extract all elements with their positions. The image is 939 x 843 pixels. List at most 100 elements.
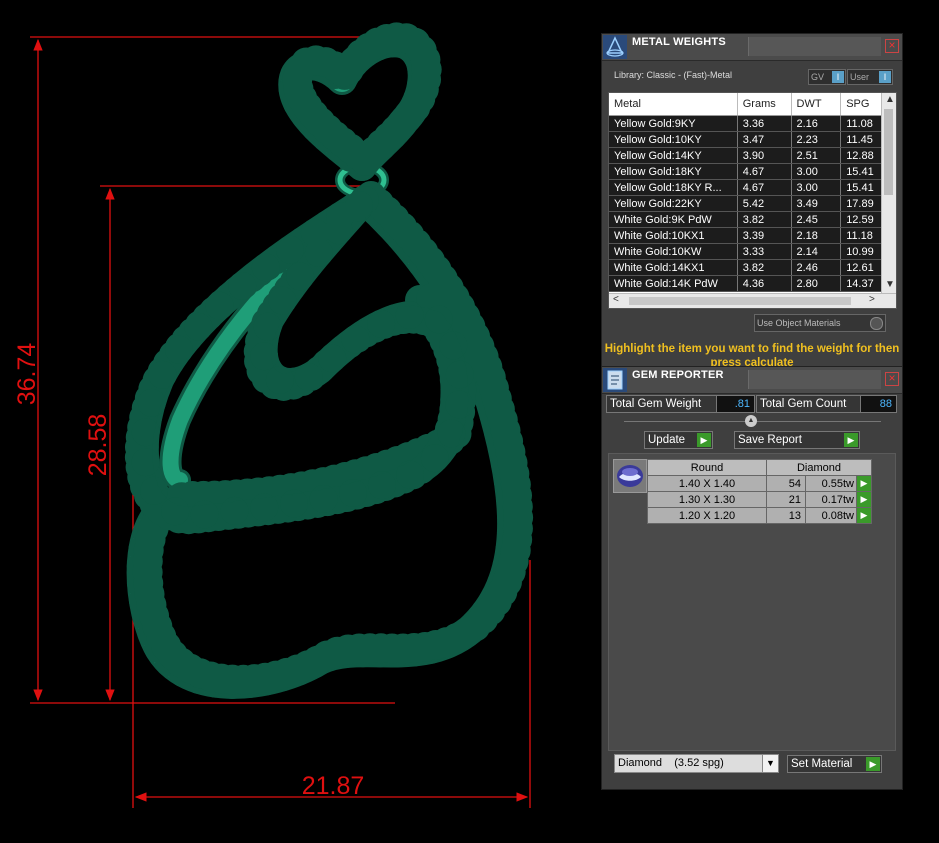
scroll-left-icon[interactable]: < <box>613 294 619 305</box>
dimension-height-total: 36.74 <box>13 343 41 406</box>
gem-size: 1.40 X 1.40 <box>647 475 767 492</box>
column-header[interactable]: Metal <box>609 93 738 116</box>
gem-list-area[interactable]: Round Diamond 1.40 X 1.40 54 0.55tw ▶ 1.… <box>608 453 896 751</box>
user-toggle[interactable]: User I <box>847 69 893 85</box>
toggle-knob-icon: I <box>879 71 891 83</box>
gem-size: 1.20 X 1.20 <box>647 507 767 524</box>
table-row[interactable]: Yellow Gold:18KY R... 4.67 3.00 15.41 <box>609 179 887 196</box>
set-material-button[interactable]: Set Material ▶ <box>787 755 882 773</box>
metal-weights-panel: METAL WEIGHTS × Library: Classic - (Fast… <box>601 33 903 368</box>
metal-name: Yellow Gold:9KY <box>609 115 738 132</box>
dimension-width: 21.87 <box>302 772 365 800</box>
play-icon[interactable]: ▶ <box>856 507 872 524</box>
grams-cell: 3.90 <box>737 147 792 164</box>
metal-table[interactable]: Metal Grams DWT SPG Yellow Gold:9KY 3.36 2… <box>608 92 897 309</box>
spg-cell: 11.18 <box>840 227 887 244</box>
close-icon[interactable]: × <box>885 372 899 386</box>
metal-name: Yellow Gold:14KY <box>609 147 738 164</box>
user-toggle-label: User <box>850 72 870 82</box>
scroll-thumb[interactable] <box>884 109 893 195</box>
library-label: Library: Classic - (Fast)-Metal <box>614 70 733 80</box>
dwt-cell: 2.80 <box>791 275 842 292</box>
gem-table[interactable]: Round Diamond 1.40 X 1.40 54 0.55tw ▶ 1.… <box>647 459 872 524</box>
update-button[interactable]: Update ▶ <box>644 431 713 449</box>
scroll-down-icon[interactable]: ▼ <box>885 279 895 290</box>
chevron-down-icon[interactable]: ▼ <box>762 755 778 772</box>
dwt-cell: 2.14 <box>791 243 842 260</box>
play-icon[interactable]: ▶ <box>856 475 872 492</box>
grams-cell: 3.39 <box>737 227 792 244</box>
round-diamond-icon[interactable] <box>613 459 647 493</box>
total-gem-weight-value: .81 <box>716 395 755 413</box>
scroll-right-icon[interactable]: > <box>869 294 875 305</box>
vertical-scrollbar[interactable]: ▲ ▼ <box>881 93 896 293</box>
gem-row[interactable]: 1.40 X 1.40 54 0.55tw ▶ <box>647 475 872 492</box>
set-material-label: Set Material <box>791 758 853 770</box>
table-row[interactable]: White Gold:14KX1 3.82 2.46 12.61 <box>609 259 887 276</box>
metal-name: Yellow Gold:18KY R... <box>609 179 738 196</box>
use-object-materials-toggle[interactable]: Use Object Materials <box>754 314 886 332</box>
grams-cell: 5.42 <box>737 195 792 212</box>
gem-weight: 0.08tw <box>805 507 857 524</box>
play-icon: ▶ <box>844 433 858 447</box>
material-header: Diamond <box>766 459 872 476</box>
table-row[interactable]: Yellow Gold:9KY 3.36 2.16 11.08 <box>609 115 887 132</box>
table-row[interactable]: White Gold:10KW 3.33 2.14 10.99 <box>609 243 887 260</box>
shape-header: Round <box>647 459 767 476</box>
grams-cell: 4.67 <box>737 163 792 180</box>
update-label: Update <box>648 434 686 446</box>
table-row[interactable]: White Gold:10KX1 3.39 2.18 11.18 <box>609 227 887 244</box>
play-icon[interactable]: ▶ <box>856 491 872 508</box>
gem-row[interactable]: 1.30 X 1.30 21 0.17tw ▶ <box>647 491 872 508</box>
table-row[interactable]: Yellow Gold:14KY 3.90 2.51 12.88 <box>609 147 887 164</box>
save-report-button[interactable]: Save Report ▶ <box>734 431 860 449</box>
table-row[interactable]: Yellow Gold:22KY 5.42 3.49 17.89 <box>609 195 887 212</box>
metal-weights-icon <box>603 35 627 59</box>
column-header[interactable]: SPG <box>840 93 887 116</box>
column-header[interactable]: DWT <box>791 93 842 116</box>
table-row[interactable]: White Gold:14K PdW 4.36 2.80 14.37 <box>609 275 887 292</box>
gem-reporter-titlebar[interactable]: GEM REPORTER × <box>602 367 902 394</box>
material-select[interactable]: Diamond (3.52 spg) ▼ <box>614 754 779 773</box>
titlebar-grip[interactable] <box>748 37 881 56</box>
table-row[interactable]: Yellow Gold:18KY 4.67 3.00 15.41 <box>609 163 887 180</box>
dwt-cell: 3.00 <box>791 163 842 180</box>
hint-text: Highlight the item you want to find the … <box>604 343 900 367</box>
spg-cell: 11.08 <box>840 115 887 132</box>
scroll-thumb[interactable] <box>629 297 851 305</box>
horizontal-scrollbar[interactable]: < > <box>609 293 896 308</box>
design-canvas[interactable]: 36.74 28.58 21.87 <box>0 0 595 838</box>
use-object-materials-label: Use Object Materials <box>757 318 841 328</box>
3d-viewport[interactable]: 36.74 28.58 21.87 <box>0 0 595 838</box>
collapse-icon[interactable]: ▲ <box>745 415 757 427</box>
table-row[interactable]: Yellow Gold:10KY 3.47 2.23 11.45 <box>609 131 887 148</box>
column-header[interactable]: Grams <box>737 93 792 116</box>
grams-cell: 3.82 <box>737 211 792 228</box>
table-row[interactable]: White Gold:9K PdW 3.82 2.45 12.59 <box>609 211 887 228</box>
metal-name: White Gold:10KX1 <box>609 227 738 244</box>
gv-toggle[interactable]: GV I <box>808 69 846 85</box>
material-select-value: Diamond (3.52 spg) <box>618 757 724 769</box>
metal-weights-titlebar[interactable]: METAL WEIGHTS × <box>602 34 902 61</box>
pendant-model[interactable] <box>139 37 518 684</box>
toggle-knob-icon: I <box>832 71 844 83</box>
close-icon[interactable]: × <box>885 39 899 53</box>
gem-table-header: Round Diamond <box>647 459 872 476</box>
dwt-cell: 2.18 <box>791 227 842 244</box>
gem-row[interactable]: 1.20 X 1.20 13 0.08tw ▶ <box>647 507 872 524</box>
metal-name: Yellow Gold:22KY <box>609 195 738 212</box>
gem-count: 21 <box>766 491 806 508</box>
metal-name: White Gold:10KW <box>609 243 738 260</box>
spg-cell: 10.99 <box>840 243 887 260</box>
total-gem-count-value: 88 <box>860 395 897 413</box>
metal-name: White Gold:14K PdW <box>609 275 738 292</box>
titlebar-grip[interactable] <box>748 370 881 389</box>
metal-name: Yellow Gold:18KY <box>609 163 738 180</box>
spg-cell: 17.89 <box>840 195 887 212</box>
metal-table-header: Metal Grams DWT SPG <box>609 93 887 116</box>
gv-toggle-label: GV <box>811 72 825 82</box>
grams-cell: 3.36 <box>737 115 792 132</box>
scroll-up-icon[interactable]: ▲ <box>885 94 895 105</box>
grams-cell: 4.67 <box>737 179 792 196</box>
gem-reporter-title: GEM REPORTER <box>632 369 724 381</box>
